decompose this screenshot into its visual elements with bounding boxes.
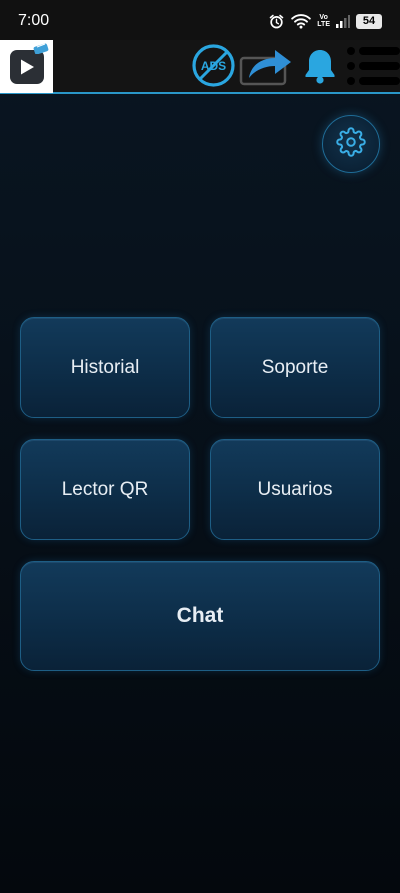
status-time: 7:00: [18, 12, 50, 29]
usuarios-label: Usuarios: [257, 478, 333, 500]
share-icon[interactable]: [239, 46, 293, 91]
bell-icon[interactable]: [303, 48, 337, 89]
no-ads-icon[interactable]: ADS: [191, 43, 236, 93]
battery-level: 54: [362, 15, 376, 27]
settings-button[interactable]: [322, 115, 380, 173]
historial-button[interactable]: Historial: [20, 317, 190, 418]
soporte-label: Soporte: [261, 356, 329, 378]
historial-label: Historial: [70, 356, 140, 378]
app-screen: 7:00 Vo LTE 54 ADS Historial Soporte Lec…: [0, 0, 400, 893]
volte-top-label: Vo: [319, 14, 328, 21]
battery-icon: 54: [356, 13, 382, 29]
status-bar: 7:00 Vo LTE 54: [0, 0, 400, 40]
signal-icon: [336, 14, 350, 28]
gear-icon: [336, 126, 366, 162]
lector-qr-button[interactable]: Lector QR: [20, 439, 190, 540]
app-logo-icon: [9, 43, 48, 84]
usuarios-button[interactable]: Usuarios: [210, 439, 380, 540]
menu-list-icon[interactable]: [344, 44, 400, 93]
status-icons: Vo LTE 54: [268, 10, 382, 32]
lector-qr-label: Lector QR: [61, 478, 149, 500]
volte-bottom-label: LTE: [317, 21, 330, 28]
volte-icon: Vo LTE: [317, 14, 330, 28]
chat-button[interactable]: Chat: [20, 561, 380, 671]
no-ads-label: ADS: [201, 59, 226, 73]
app-logo-button[interactable]: [0, 40, 53, 93]
soporte-button[interactable]: Soporte: [210, 317, 380, 418]
alarm-icon: [268, 13, 285, 30]
top-app-bar: ADS: [0, 40, 400, 94]
wifi-icon: [291, 13, 312, 29]
chat-label: Chat: [176, 604, 224, 627]
